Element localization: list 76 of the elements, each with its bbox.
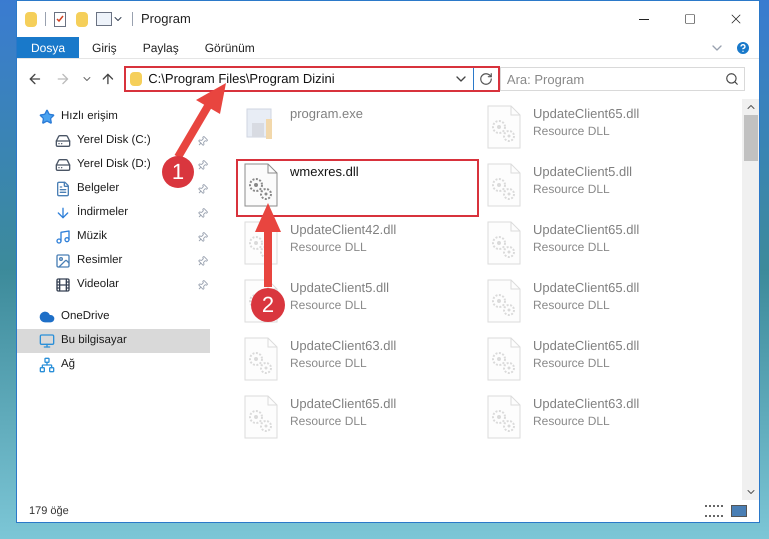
file-name[interactable]: UpdateClient5.dll [290,279,390,297]
settings-file-icon [244,395,278,439]
drive-icon [55,157,71,173]
minimize-icon [639,18,649,20]
view-options-icon[interactable] [96,12,112,26]
window-title: Program [141,10,192,28]
ribbon-tab[interactable]: Görünüm [192,37,268,58]
forward-arrow-icon[interactable] [54,71,71,87]
settings-file-icon [244,337,278,381]
settings-file-icon [487,279,521,323]
drive-icon [55,133,71,149]
sidebar-item[interactable]: Yerel Disk (D:) [55,156,151,174]
folder-icon [25,12,37,26]
sidebar-item[interactable]: Hızlı erişim [39,108,118,126]
ribbon-tab[interactable]: Giriş [79,37,130,58]
film-icon [55,277,71,293]
file-type: Resource DLL [533,413,611,429]
file-type: Resource DLL [290,355,368,371]
settings-file-icon [487,395,521,439]
file-type: Resource DLL [290,413,368,429]
ribbon-tab[interactable]: Paylaş [130,37,192,58]
maximize-icon [684,13,696,25]
sidebar-item[interactable]: OneDrive [39,308,110,326]
file-name[interactable]: UpdateClient63.dll [290,337,396,355]
sidebar-item[interactable]: Videolar [55,276,119,294]
sidebar-item[interactable]: Resimler [55,252,122,270]
file-name[interactable]: UpdateClient5.dll [533,163,632,181]
sidebar-item[interactable]: Belgeler [55,180,120,198]
sidebar-item[interactable]: Bu bilgisayar [39,332,127,350]
star-icon [39,109,55,125]
folder-icon [130,72,142,86]
sidebar-item[interactable]: Ağ [39,356,76,374]
settings-file-icon [487,163,521,207]
settings-file-icon [487,337,521,381]
help-icon[interactable] [735,40,751,56]
file-type: Resource DLL [290,297,368,313]
cloud-icon [39,309,55,325]
scrollbar[interactable] [742,99,759,500]
new-folder-icon[interactable] [76,12,88,26]
properties-icon[interactable] [54,12,66,26]
sidebar-item[interactable]: Yerel Disk (C:) [55,132,151,150]
file-type: Resource DLL [533,297,611,313]
file-type: Resource DLL [533,181,611,197]
large-icons-view-icon[interactable] [731,505,747,517]
search-field[interactable]: Ara: Program [500,67,745,91]
sidebar-item[interactable]: Müzik [55,228,108,246]
computer-icon [39,333,55,349]
refresh-icon[interactable] [478,72,493,86]
address-bar[interactable]: C:\Program Files\Program Dizini [124,66,500,92]
scrollbar-thumb[interactable] [744,115,758,161]
settings-file-icon [487,105,521,149]
file-name[interactable]: program.exe [290,105,363,123]
file-name[interactable]: UpdateClient42.dll [290,221,396,239]
file-name[interactable]: UpdateClient65.dll [533,221,640,239]
file-type: Resource DLL [290,239,368,255]
ribbon-tab[interactable]: Dosya [17,37,80,58]
settings-file-icon [487,221,521,265]
back-arrow-icon[interactable] [27,71,43,87]
settings-file-icon [244,163,278,207]
sidebar-item[interactable]: İndirmeler [55,204,128,222]
file-name[interactable]: UpdateClient65.dll [290,395,396,413]
file-name[interactable]: UpdateClient65.dll [533,105,640,123]
file-type: Resource DLL [533,123,611,139]
music-note-icon [55,229,71,245]
file-name[interactable]: UpdateClient65.dll [533,337,640,355]
picture-icon [55,253,71,269]
search-icon [725,72,739,86]
details-view-icon[interactable] [705,505,723,517]
file-name[interactable]: UpdateClient65.dll [533,279,640,297]
file-type: Resource DLL [533,239,611,255]
file-name[interactable]: wmexres.dll [290,163,359,181]
network-icon [39,357,55,373]
item-count: 179 öğe [29,504,70,519]
document-icon [55,181,71,197]
file-name[interactable]: UpdateClient63.dll [533,395,640,413]
file-type: Resource DLL [533,355,611,371]
